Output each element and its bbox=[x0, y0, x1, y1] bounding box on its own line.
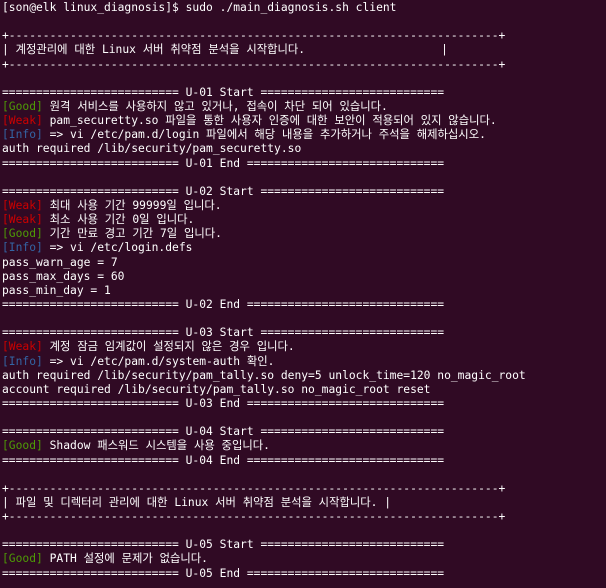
terminal-line-text: ========================== U-04 End ====… bbox=[2, 453, 445, 467]
terminal-line-text: +---------------------------------------… bbox=[2, 29, 506, 43]
terminal-line: ========================== U-01 End ====… bbox=[2, 157, 606, 171]
terminal-line: ========================== U-05 End ====… bbox=[2, 567, 606, 581]
terminal-line-text: => vi /etc/login.defs bbox=[42, 241, 193, 255]
terminal-line: [Info] => vi /etc/pam.d/login 파일에서 해당 내용… bbox=[2, 128, 606, 142]
terminal-line: [Weak] pam_securetty.so 파일을 통한 사용자 인증에 대… bbox=[2, 114, 606, 128]
terminal-line: [Good] Shadow 패스워드 시스템을 사용 중입니다. bbox=[2, 439, 606, 453]
terminal-line: ========================== U-04 Start ==… bbox=[2, 425, 606, 439]
terminal-line: [Weak] 계정 잠금 임계값이 설정되지 않은 경우 입니다. bbox=[2, 340, 606, 354]
terminal-line-text: ========================== U-05 End ====… bbox=[2, 566, 445, 580]
terminal-line: ========================== U-03 End ====… bbox=[2, 397, 606, 411]
terminal-line-text: ========================== U-02 End ====… bbox=[2, 297, 445, 311]
terminal-line: ========================== U-03 Start ==… bbox=[2, 326, 606, 340]
terminal-line: [Info] => vi /etc/pam.d/system-auth 확인. bbox=[2, 355, 606, 369]
terminal-line-text: ========================== U-01 End ====… bbox=[2, 156, 445, 170]
terminal-line-text: auth required /lib/security/pam_tally.so… bbox=[2, 368, 526, 382]
terminal-line-text: | 계정관리에 대한 Linux 서버 취약점 분석을 시작합니다. | bbox=[2, 43, 448, 57]
info-status-tag: [Info] bbox=[2, 128, 43, 142]
terminal-line: [Info] => vi /etc/login.defs bbox=[2, 241, 606, 255]
terminal-line: [Good] 원격 서비스를 사용하지 않고 있거나, 접속이 차단 되어 있습… bbox=[2, 100, 606, 114]
terminal-line-text: pass_min_day = 1 bbox=[2, 283, 111, 297]
terminal-line: account required /lib/security/pam_tally… bbox=[2, 383, 606, 397]
terminal-line-text: 기간 만료 경고 기간 7일 입니다. bbox=[42, 227, 222, 241]
good-status-tag: [Good] bbox=[2, 552, 43, 566]
terminal-line-text: ========================== U-02 Start ==… bbox=[2, 184, 445, 198]
terminal-line-text: auth required /lib/security/pam_securett… bbox=[2, 142, 302, 156]
terminal-line: ========================== U-04 End ====… bbox=[2, 454, 606, 468]
terminal-line: [son@elk linux_diagnosis]$ sudo ./main_d… bbox=[2, 1, 606, 15]
terminal-line-text: account required /lib/security/pam_tally… bbox=[2, 382, 431, 396]
good-status-tag: [Good] bbox=[2, 227, 43, 241]
terminal-line: pass_max_days = 60 bbox=[2, 270, 606, 284]
terminal-line: pass_warn_age = 7 bbox=[2, 256, 606, 270]
terminal-line-text: 원격 서비스를 사용하지 않고 있거나, 접속이 차단 되어 있습니다. bbox=[42, 99, 388, 113]
terminal-line-text: => vi /etc/pam.d/system-auth 확인. bbox=[42, 354, 275, 368]
weak-status-tag: [Weak] bbox=[2, 213, 43, 227]
terminal-line-text: pam_securetty.so 파일을 통한 사용자 인증에 대한 보안이 적… bbox=[42, 114, 497, 128]
terminal-line-text: PATH 설정에 문제가 없습니다. bbox=[42, 552, 208, 566]
terminal-line: [Weak] 최대 사용 기간 99999일 입니다. bbox=[2, 199, 606, 213]
terminal-line: ========================== U-01 Start ==… bbox=[2, 86, 606, 100]
terminal-line: ========================== U-02 Start ==… bbox=[2, 185, 606, 199]
terminal-line-text: => vi /etc/pam.d/login 파일에서 해당 내용을 추가하거나… bbox=[42, 128, 486, 142]
terminal-line: pass_min_day = 1 bbox=[2, 284, 606, 298]
terminal-line-text: 계정 잠금 임계값이 설정되지 않은 경우 입니다. bbox=[42, 340, 295, 354]
terminal-line: [Weak] 최소 사용 기간 0일 입니다. bbox=[2, 213, 606, 227]
weak-status-tag: [Weak] bbox=[2, 114, 43, 128]
terminal-output[interactable]: [son@elk linux_diagnosis]$ sudo ./main_d… bbox=[0, 0, 606, 588]
terminal-line-text: +---------------------------------------… bbox=[2, 57, 506, 71]
terminal-line-text: +---------------------------------------… bbox=[2, 481, 506, 495]
terminal-line-text: Shadow 패스워드 시스템을 사용 중입니다. bbox=[42, 439, 270, 453]
terminal-line-text: 최소 사용 기간 0일 입니다. bbox=[42, 213, 195, 227]
terminal-line: auth required /lib/security/pam_securett… bbox=[2, 142, 606, 156]
terminal-line-text: pass_max_days = 60 bbox=[2, 269, 125, 283]
weak-status-tag: [Weak] bbox=[2, 340, 43, 354]
terminal-line: auth required /lib/security/pam_tally.so… bbox=[2, 369, 606, 383]
terminal-line: +---------------------------------------… bbox=[2, 510, 606, 524]
terminal-line: ========================== U-05 Start ==… bbox=[2, 538, 606, 552]
terminal-line-text: [son@elk linux_diagnosis]$ sudo ./main_d… bbox=[2, 1, 397, 14]
terminal-line-text: ========================== U-04 Start ==… bbox=[2, 425, 445, 439]
info-status-tag: [Info] bbox=[2, 354, 43, 368]
terminal-line: +---------------------------------------… bbox=[2, 29, 606, 43]
terminal-line: ========================== U-02 End ====… bbox=[2, 298, 606, 312]
terminal-line-text: ========================== U-03 End ====… bbox=[2, 396, 445, 410]
terminal-line-text: ========================== U-01 Start ==… bbox=[2, 85, 445, 99]
terminal-line-text: ========================== U-03 Start ==… bbox=[2, 326, 445, 340]
terminal-line: | 파일 및 디렉터리 관리에 대한 Linux 서버 취약점 분석을 시작합니… bbox=[2, 496, 606, 510]
terminal-line-text: | 파일 및 디렉터리 관리에 대한 Linux 서버 취약점 분석을 시작합니… bbox=[2, 495, 392, 509]
good-status-tag: [Good] bbox=[2, 439, 43, 453]
terminal-line-text: ========================== U-05 Start ==… bbox=[2, 538, 445, 552]
terminal-line: +---------------------------------------… bbox=[2, 58, 606, 72]
terminal-line: [Good] PATH 설정에 문제가 없습니다. bbox=[2, 552, 606, 566]
good-status-tag: [Good] bbox=[2, 99, 43, 113]
terminal-line-text: pass_warn_age = 7 bbox=[2, 255, 118, 269]
terminal-line: [Good] 기간 만료 경고 기간 7일 입니다. bbox=[2, 227, 606, 241]
terminal-line: | 계정관리에 대한 Linux 서버 취약점 분석을 시작합니다. | bbox=[2, 43, 606, 57]
terminal-line-text: 최대 사용 기간 99999일 입니다. bbox=[42, 198, 222, 212]
terminal-line: +---------------------------------------… bbox=[2, 482, 606, 496]
terminal-line-text: +---------------------------------------… bbox=[2, 510, 506, 524]
weak-status-tag: [Weak] bbox=[2, 198, 43, 212]
info-status-tag: [Info] bbox=[2, 241, 43, 255]
